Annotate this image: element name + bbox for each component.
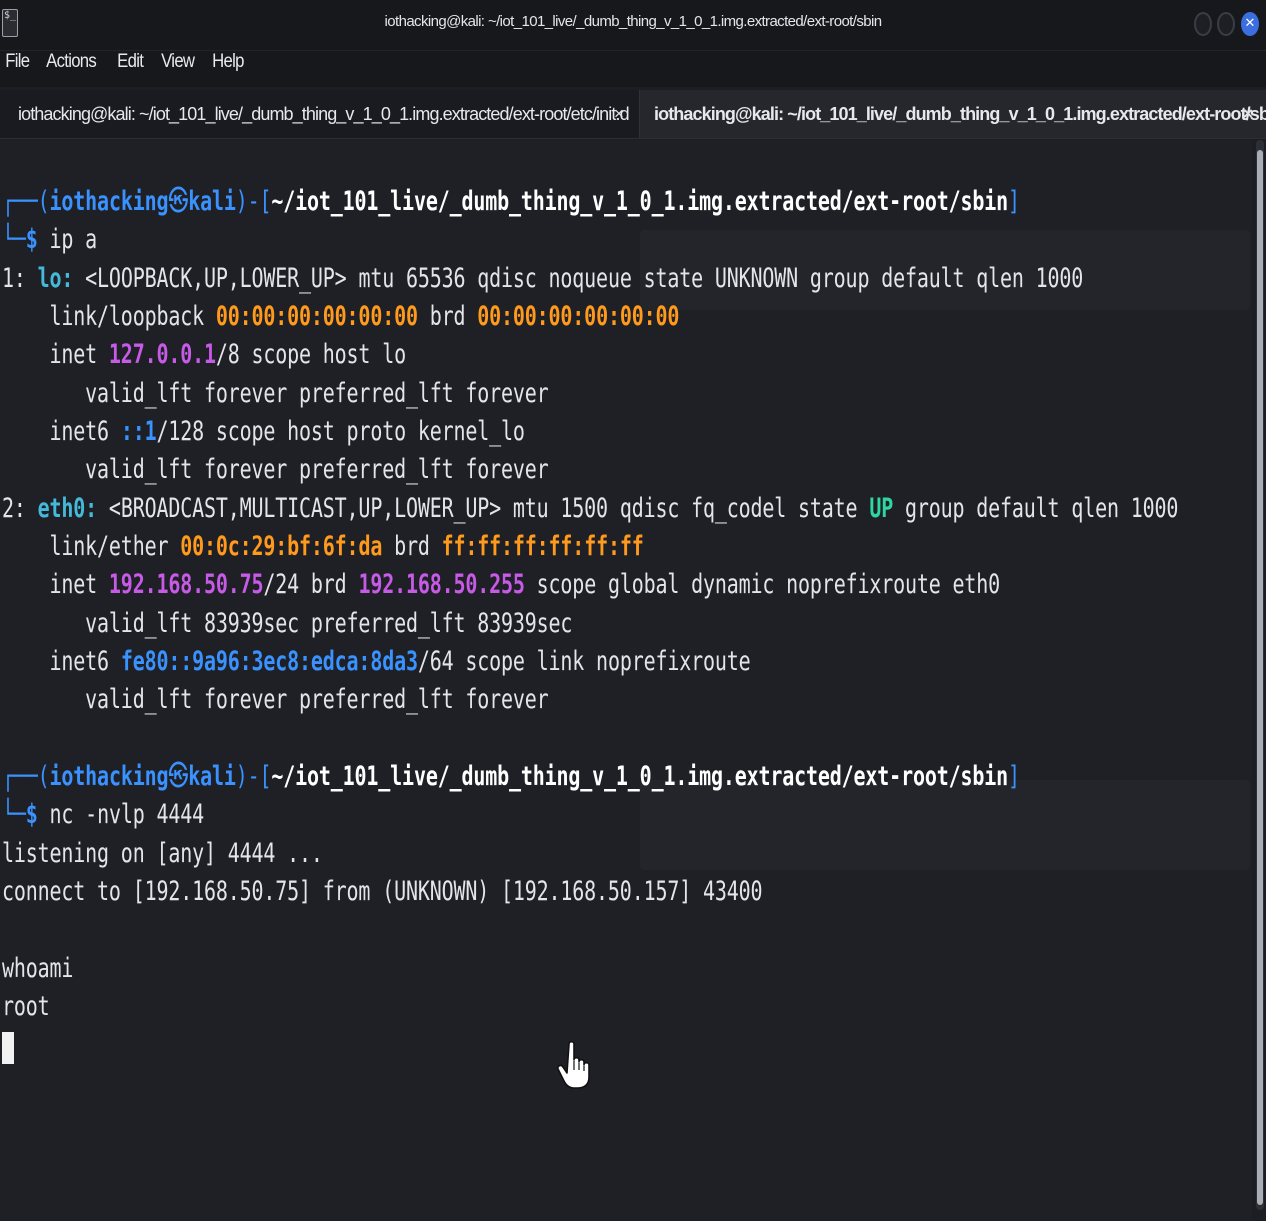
- menu-file[interactable]: File: [0, 51, 36, 73]
- tab-label: iothacking@kali: ~/iot_101_live/_dumb_th…: [654, 104, 1266, 124]
- command-line: └─$ ip a: [2, 224, 98, 255]
- tab-close-icon[interactable]: ×: [614, 90, 624, 138]
- menu-help[interactable]: Help: [206, 51, 250, 73]
- output-line: inet 127.0.0.1/8 scope host lo: [2, 339, 407, 370]
- output-line: valid_lft forever preferred_lft forever: [2, 378, 549, 409]
- tab-init-d[interactable]: iothacking@kali: ~/iot_101_live/_dumb_th…: [0, 90, 640, 138]
- prompt-line: ┌──(iothacking㉿kali)-[~/iot_101_live/_du…: [2, 186, 1020, 217]
- maximize-button[interactable]: [1217, 12, 1235, 36]
- output-line: 1: lo: <LOOPBACK,UP,LOWER_UP> mtu 65536 …: [2, 263, 1084, 294]
- title-bar: $_ iothacking@kali: ~/iot_101_live/_dumb…: [0, 0, 1266, 51]
- output-line: link/loopback 00:00:00:00:00:00 brd 00:0…: [2, 301, 680, 332]
- tab-close-icon[interactable]: ×: [1243, 90, 1253, 138]
- output-line: valid_lft forever preferred_lft forever: [2, 684, 549, 715]
- menu-view[interactable]: View: [155, 51, 200, 73]
- minimize-button[interactable]: [1194, 12, 1212, 36]
- hand-pointer-icon: [557, 1040, 590, 1089]
- tab-bar: iothacking@kali: ~/iot_101_live/_dumb_th…: [0, 90, 1266, 139]
- prompt-line: ┌──(iothacking㉿kali)-[~/iot_101_live/_du…: [2, 761, 1020, 792]
- output-line: link/ether 00:0c:29:bf:6f:da brd ff:ff:f…: [2, 531, 644, 562]
- terminal-output[interactable]: ┌──(iothacking㉿kali)-[~/iot_101_live/_du…: [0, 140, 1252, 1221]
- output-line: whoami: [2, 953, 74, 984]
- output-line: valid_lft 83939sec preferred_lft 83939se…: [2, 608, 573, 639]
- output-line: connect to [192.168.50.75] from (UNKNOWN…: [2, 876, 763, 907]
- output-line: inet6 ::1/128 scope host proto kernel_lo: [2, 416, 525, 447]
- output-line: valid_lft forever preferred_lft forever: [2, 454, 549, 485]
- window-title: iothacking@kali: ~/iot_101_live/_dumb_th…: [384, 13, 883, 30]
- output-line: 2: eth0: <BROADCAST,MULTICAST,UP,LOWER_U…: [2, 493, 1179, 524]
- scrollbar-thumb[interactable]: [1257, 150, 1263, 1205]
- tab-label: iothacking@kali: ~/iot_101_live/_dumb_th…: [18, 104, 630, 124]
- output-line: inet 192.168.50.75/24 brd 192.168.50.255…: [2, 569, 1001, 600]
- output-line: root: [2, 991, 50, 1022]
- output-line: listening on [any] 4444 ...: [2, 838, 323, 869]
- text-cursor: [2, 1032, 14, 1064]
- tab-sbin[interactable]: iothacking@kali: ~/iot_101_live/_dumb_th…: [640, 90, 1266, 138]
- close-window-button[interactable]: ✕: [1241, 12, 1259, 36]
- menu-bar: File Actions Edit View Help: [0, 51, 1266, 87]
- menu-edit[interactable]: Edit: [111, 51, 149, 73]
- command-line: └─$ nc -nvlp 4444: [2, 799, 204, 830]
- menu-actions[interactable]: Actions: [40, 51, 102, 73]
- output-line: inet6 fe80::9a96:3ec8:edca:8da3/64 scope…: [2, 646, 751, 677]
